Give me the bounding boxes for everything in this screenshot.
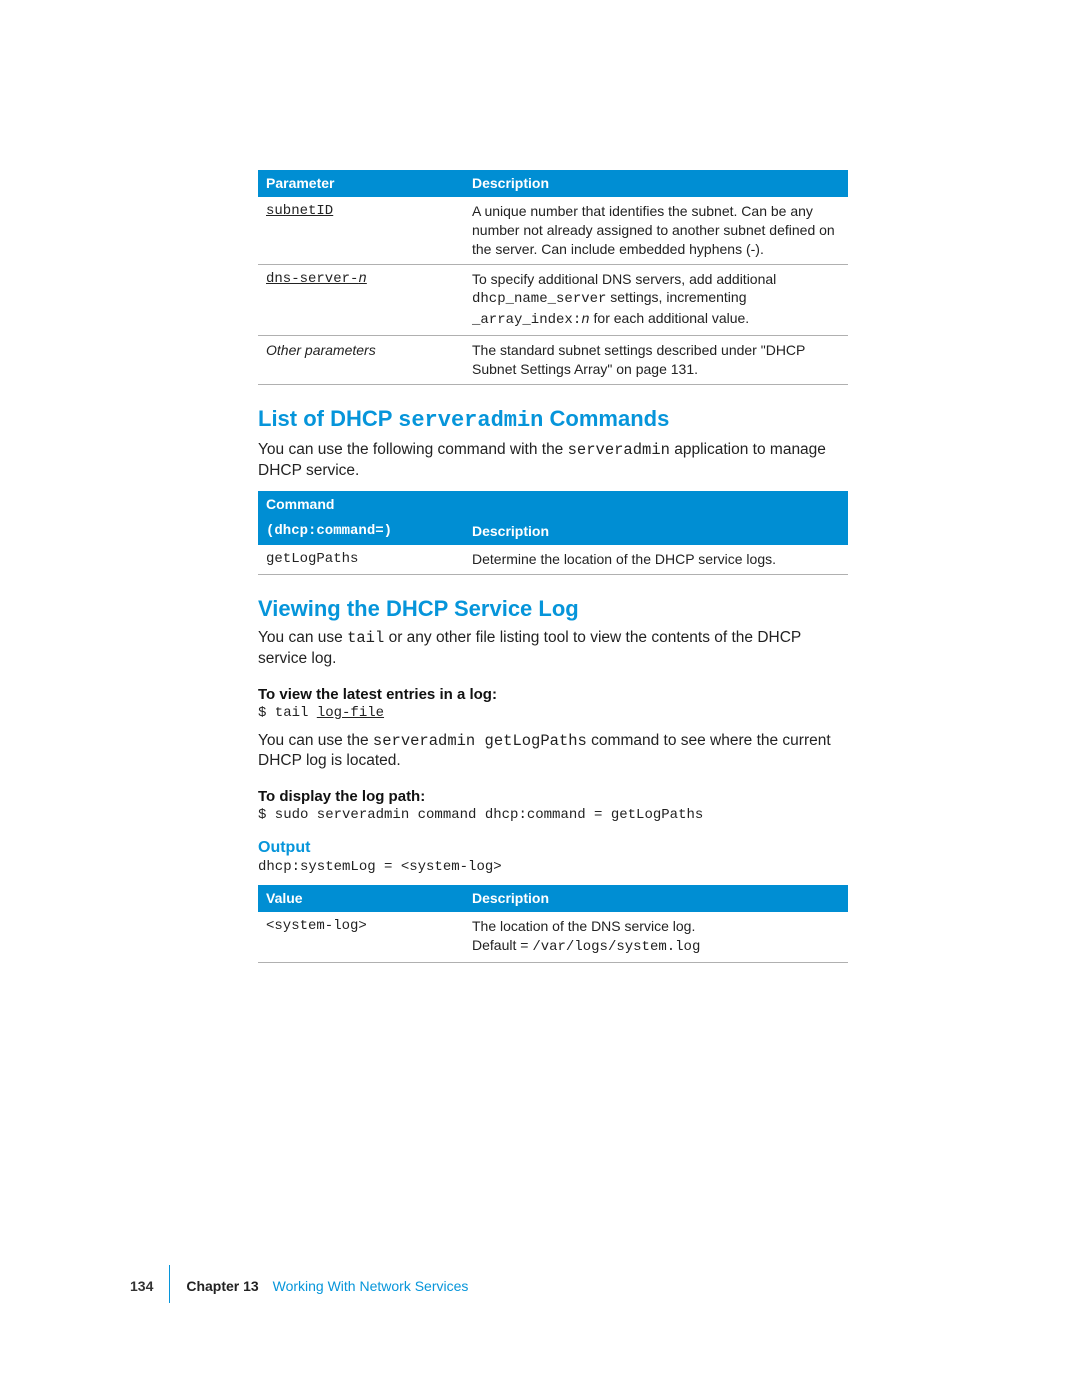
text: dhcp:systemLog = [258, 859, 401, 875]
desc-cell: To specify additional DNS servers, add a… [464, 264, 848, 336]
chapter-label: Chapter 13 [186, 1278, 258, 1294]
page-footer: 134 Chapter 13 Working With Network Serv… [130, 1278, 468, 1303]
page-content: Parameter Description subnetID A unique … [258, 170, 848, 983]
text: dns-server- [266, 271, 358, 287]
sub-heading: To view the latest entries in a log: [258, 686, 848, 703]
inline-code: tail [347, 629, 384, 647]
text: $ tail [258, 705, 317, 721]
text: You can use the following command with t… [258, 441, 568, 458]
inline-code: serveradmin [398, 408, 543, 433]
inline-code: n [581, 312, 589, 328]
table-row: Other parameters The standard subnet set… [258, 336, 848, 385]
code-block: $ tail log-file [258, 705, 848, 721]
value-cell: <system-log> [258, 912, 464, 962]
desc-cell: A unique number that identifies the subn… [464, 197, 848, 264]
inline-code: /var/logs/system.log [532, 939, 700, 955]
text: n [358, 271, 366, 287]
chapter-title: Working With Network Services [273, 1278, 469, 1294]
section-heading: List of DHCP serveradmin Commands [258, 405, 848, 436]
text: for each additional value. [590, 310, 750, 326]
output-heading: Output [258, 839, 848, 857]
table-row: dns-server-n To specify additional DNS s… [258, 264, 848, 336]
paragraph: You can use tail or any other file listi… [258, 628, 848, 670]
param-cell: Other parameters [258, 336, 464, 385]
param-cell: subnetID [258, 197, 464, 264]
table-header: Parameter [258, 170, 464, 197]
table-header [464, 491, 848, 518]
code-block: $ sudo serveradmin command dhcp:command … [258, 807, 848, 823]
inline-code: serveradmin [568, 441, 670, 459]
table-row: getLogPaths Determine the location of th… [258, 545, 848, 574]
table-header: Command [258, 491, 464, 518]
sub-heading: To display the log path: [258, 788, 848, 805]
inline-code: serveradmin getLogPaths [373, 732, 587, 750]
code-block: dhcp:systemLog = <system-log> [258, 859, 848, 875]
table-header: Description [464, 170, 848, 197]
text: You can use the [258, 732, 373, 749]
text: Default = [472, 937, 532, 953]
value-table: Value Description <system-log> The locat… [258, 885, 848, 963]
text: Commands [543, 406, 669, 431]
section-heading: Viewing the DHCP Service Log [258, 595, 848, 624]
inline-code: dhcp_name_server [472, 291, 606, 307]
desc-cell: Determine the location of the DHCP servi… [464, 545, 848, 574]
page-number: 134 [130, 1278, 153, 1294]
inline-code: _array_index: [472, 312, 581, 328]
text: settings, incrementing [606, 289, 746, 305]
param-cell: dns-server-n [258, 264, 464, 336]
paragraph: You can use the following command with t… [258, 440, 848, 482]
document-page: Parameter Description subnetID A unique … [0, 0, 1080, 1397]
text: To specify additional DNS servers, add a… [472, 271, 776, 287]
parameter-table: Parameter Description subnetID A unique … [258, 170, 848, 385]
text: log-file [317, 705, 384, 721]
command-cell: getLogPaths [258, 545, 464, 574]
footer-divider [169, 1265, 170, 1303]
text: <system-log> [401, 859, 502, 875]
desc-cell: The location of the DNS service log. Def… [464, 912, 848, 962]
table-header: Description [464, 885, 848, 912]
paragraph: You can use the serveradmin getLogPaths … [258, 731, 848, 773]
text: You can use [258, 629, 347, 646]
desc-cell: The standard subnet settings described u… [464, 336, 848, 385]
table-header: (dhcp:command=) [258, 518, 464, 545]
table-row: <system-log> The location of the DNS ser… [258, 912, 848, 962]
footer-text: Chapter 13 Working With Network Services [186, 1278, 468, 1294]
command-table: Command (dhcp:command=) Description getL… [258, 491, 848, 575]
table-row: subnetID A unique number that identifies… [258, 197, 848, 264]
table-header: Value [258, 885, 464, 912]
table-header: Description [464, 518, 848, 545]
text: List of DHCP [258, 406, 398, 431]
text: The location of the DNS service log. [472, 918, 695, 934]
